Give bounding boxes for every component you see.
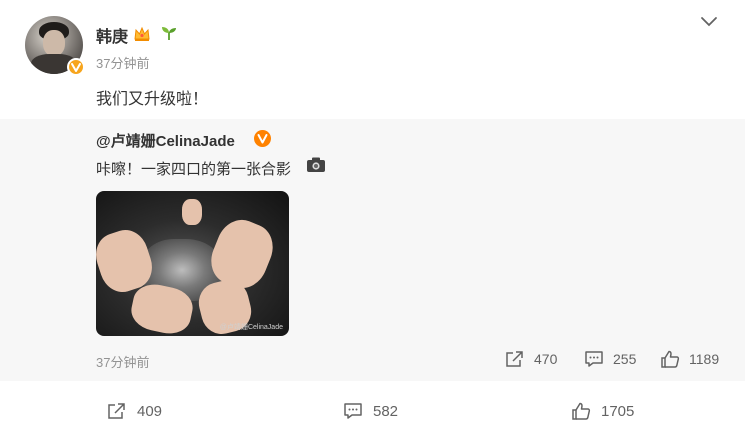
repost-like-count: 1189	[689, 351, 720, 367]
post-text: 我们又升级啦！	[96, 91, 209, 108]
repost-forward-count: 470	[534, 351, 558, 367]
verified-badge-icon	[254, 130, 271, 147]
repost-timestamp[interactable]: 37分钟前	[96, 352, 149, 371]
comment-icon	[585, 351, 603, 367]
repost-icon	[108, 403, 125, 419]
chevron-down-icon[interactable]	[700, 14, 718, 28]
repost-author-name[interactable]: @卢靖姗CelinaJade	[96, 130, 235, 151]
like-count: 1705	[601, 403, 635, 420]
camera-icon	[307, 157, 325, 172]
weibo-post-card: 韩庚 37分钟前 我们又升级啦！ @卢靖姗CelinaJade 咔嚓！一家四口的…	[0, 0, 745, 434]
hand-shape	[182, 199, 202, 225]
thumbs-up-icon	[661, 350, 680, 368]
thumbs-up-icon	[572, 402, 591, 420]
comment-count: 582	[373, 403, 399, 420]
ultrasound-photo[interactable]: @卢靖姗CelinaJade	[96, 191, 289, 336]
repost-icon	[506, 351, 523, 367]
verified-badge-icon	[67, 58, 85, 76]
avatar-face	[43, 30, 65, 56]
image-watermark: @卢靖姗CelinaJade	[219, 324, 283, 331]
repost-text: 咔嚓！一家四口的第一张合影	[96, 161, 292, 178]
forward-count: 409	[137, 403, 163, 420]
crown-icon[interactable]	[133, 26, 151, 42]
sprout-icon[interactable]	[160, 25, 178, 41]
repost-comment-count: 255	[613, 351, 637, 367]
author-name[interactable]: 韩庚	[96, 23, 128, 47]
post-timestamp[interactable]: 37分钟前	[96, 53, 149, 72]
comment-icon	[344, 403, 362, 419]
reposted-content[interactable]: @卢靖姗CelinaJade 咔嚓！一家四口的第一张合影 @卢靖姗CelinaJ…	[0, 119, 745, 381]
